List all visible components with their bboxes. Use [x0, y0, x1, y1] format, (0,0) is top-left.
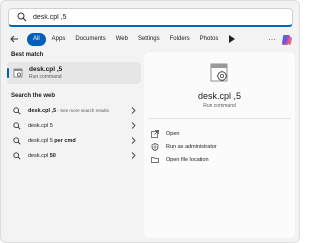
web-result-suggestion: per cmd — [54, 137, 76, 144]
web-result-text: desk.cpl 5 — [28, 137, 55, 144]
search-icon — [12, 121, 22, 131]
tab-web[interactable]: Web — [112, 33, 132, 46]
web-result-suggestion: 50 — [49, 152, 56, 159]
chevron-right-icon[interactable] — [129, 121, 137, 130]
best-match-name: desk.cpl ,5 — [29, 66, 63, 73]
chevron-right-icon[interactable] — [129, 136, 137, 145]
tab-folders[interactable]: Folders — [166, 33, 194, 46]
web-result-item[interactable]: desk.cpl 5 — [7, 118, 141, 133]
open-file-location-label: Open file location — [166, 156, 209, 163]
start-search-panel: All Apps Documents Web Settings Folders … — [0, 0, 300, 243]
open-file-location-action[interactable]: Open file location — [150, 153, 295, 166]
tab-all[interactable]: All — [27, 32, 46, 46]
search-icon — [12, 136, 22, 146]
chevron-right-icon[interactable] — [129, 106, 137, 115]
copilot-icon[interactable] — [281, 33, 293, 45]
search-web-heading: Search the web — [11, 93, 56, 99]
web-result-text: desk.cpl 5 — [28, 122, 53, 129]
run-as-admin-action[interactable]: Run as administrator — [150, 140, 295, 153]
run-command-icon — [209, 62, 231, 84]
more-tabs-arrow-icon[interactable] — [227, 32, 237, 46]
tab-settings[interactable]: Settings — [134, 33, 164, 46]
filter-bar: All Apps Documents Web Settings Folders … — [7, 31, 295, 47]
web-result-item[interactable]: desk.cpl 5 per cmd — [7, 133, 141, 148]
tab-photos[interactable]: Photos — [196, 33, 223, 46]
open-label: Open — [166, 130, 180, 137]
open-action[interactable]: Open — [150, 127, 295, 140]
detail-header: desk.cpl ,5 Run command — [148, 52, 291, 119]
back-arrow-icon[interactable] — [7, 32, 21, 46]
search-icon — [12, 151, 22, 161]
best-match-heading: Best match — [11, 52, 44, 58]
search-icon — [15, 10, 29, 24]
shield-icon — [150, 142, 159, 151]
web-result-text: desk.cpl ,5 — [28, 107, 57, 114]
tab-documents[interactable]: Documents — [71, 33, 109, 46]
tab-apps[interactable]: Apps — [48, 33, 70, 46]
detail-actions: Open Run as administrator Open file loca… — [150, 127, 295, 166]
results-list: Best match desk.cpl ,5 Run command Searc… — [7, 52, 141, 163]
web-result-item[interactable]: desk.cpl ,5 - See more search results — [7, 103, 141, 118]
web-result-item[interactable]: desk.cpl 50 — [7, 148, 141, 163]
open-icon — [150, 129, 159, 138]
folder-icon — [150, 155, 159, 164]
search-input[interactable] — [33, 13, 273, 21]
detail-subtitle: Run command — [203, 103, 236, 109]
more-options-button[interactable]: ··· — [265, 32, 279, 46]
search-icon — [12, 106, 22, 116]
search-box[interactable] — [8, 8, 293, 27]
detail-title: desk.cpl ,5 — [197, 91, 242, 101]
web-result-text: desk.cpl — [28, 152, 50, 159]
chevron-right-icon[interactable] — [129, 151, 137, 160]
best-match-item[interactable]: desk.cpl ,5 Run command — [7, 62, 141, 84]
best-match-type: Run command — [29, 74, 62, 80]
web-result-hint: - See more search results — [56, 107, 109, 113]
run-command-icon — [12, 67, 24, 79]
run-as-admin-label: Run as administrator — [166, 143, 217, 150]
detail-pane: desk.cpl ,5 Run command Open Run as admi… — [144, 52, 295, 238]
selection-indicator — [7, 68, 9, 78]
web-results: desk.cpl ,5 - See more search results de… — [7, 103, 141, 163]
